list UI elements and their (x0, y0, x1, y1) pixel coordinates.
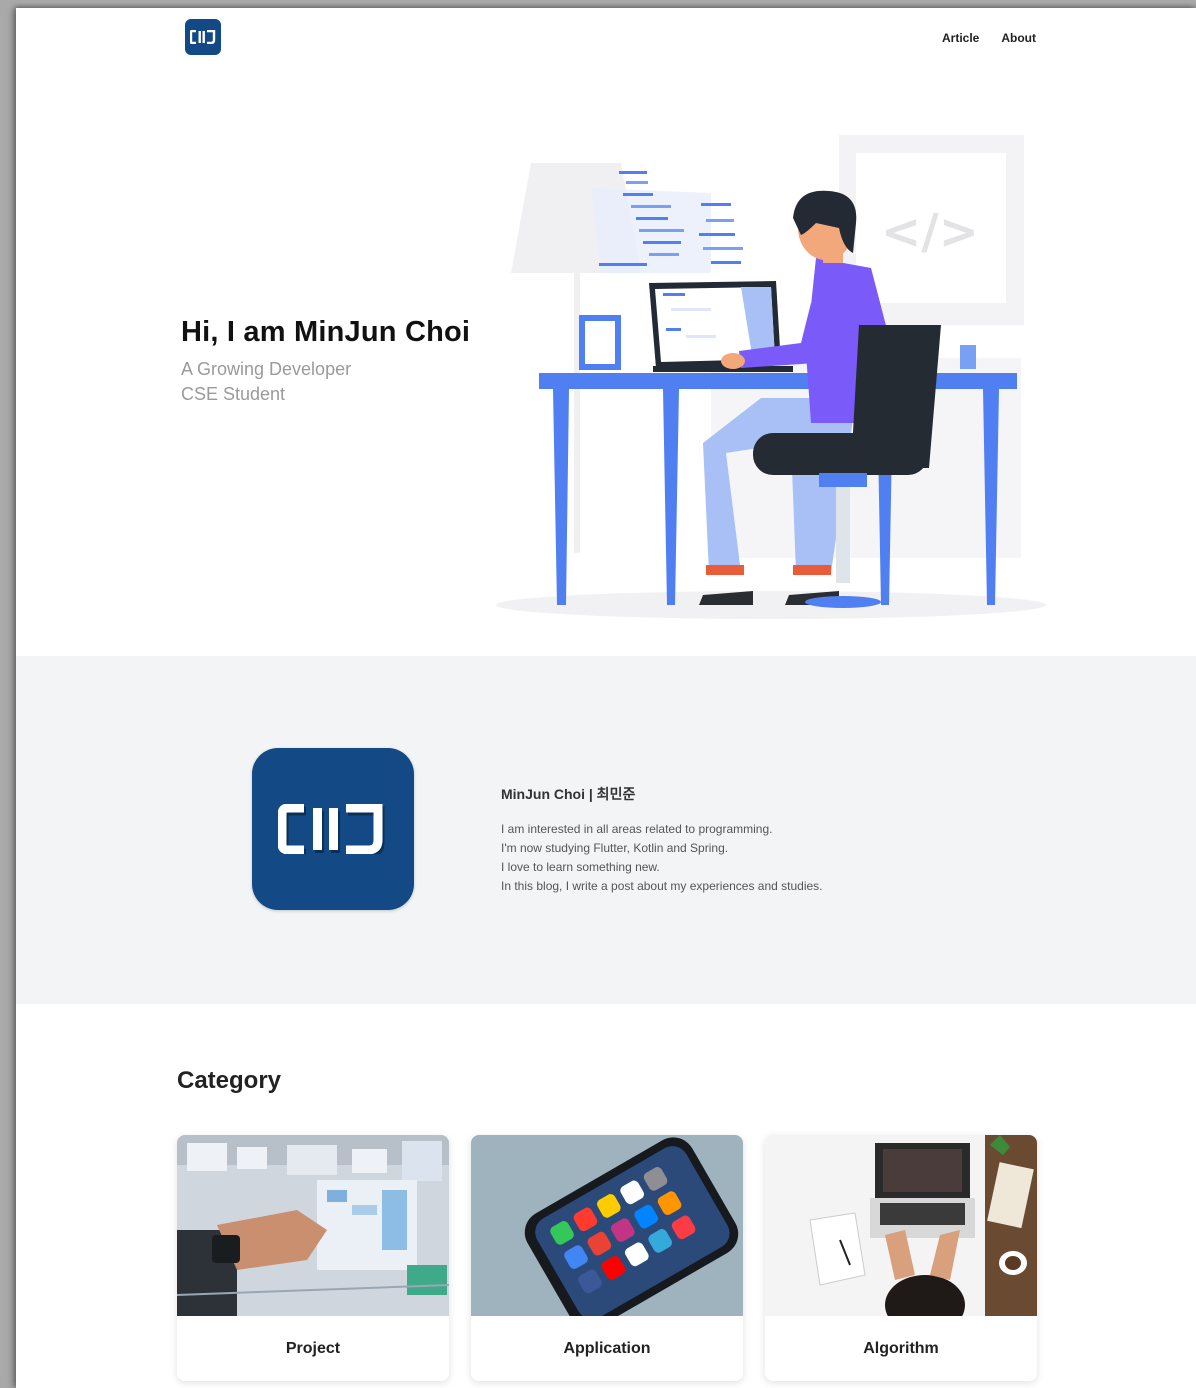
page: Article About Hi, I am MinJun Choi A Gro… (16, 8, 1196, 1388)
hero-title: Hi, I am MinJun Choi (181, 316, 471, 348)
author-name: MinJun Choi | 최민준 (501, 786, 636, 802)
profile-logo (252, 748, 414, 910)
cup (960, 345, 976, 369)
site-logo[interactable] (185, 19, 221, 55)
about-line: I'm now studying Flutter, Kotlin and Spr… (501, 841, 729, 855)
code-sign: </> (881, 204, 979, 260)
nav-links: Article About (942, 31, 1036, 45)
about-line: I am interested in all areas related to … (501, 822, 773, 836)
about-line: In this blog, I write a post about my ex… (501, 879, 823, 893)
hero-text: Hi, I am MinJun Choi A Growing Developer… (181, 316, 470, 407)
hero-subtitle-line: A Growing Developer (181, 359, 352, 379)
laptop-desk-photo (765, 1135, 1037, 1316)
desk-leg (983, 389, 999, 605)
smartphone-apps-photo (471, 1135, 743, 1316)
desk-top (539, 373, 1017, 389)
desk-leg (553, 389, 569, 605)
nav-link-about[interactable]: About (1001, 31, 1036, 45)
category-title: Category (177, 1067, 282, 1094)
category-card-label: Application (563, 1339, 651, 1357)
laptop-base (653, 366, 793, 372)
desk-leg (663, 389, 679, 605)
whiteboard-planning-photo (177, 1135, 449, 1316)
nav-link-article[interactable]: Article (942, 31, 979, 45)
category-card-label: Project (285, 1339, 341, 1357)
category-card-label: Algorithm (863, 1339, 939, 1357)
category-card-algorithm[interactable]: Algorithm (765, 1135, 1037, 1381)
category-card-project[interactable]: Project (177, 1135, 449, 1381)
top-nav: Article About (16, 8, 1196, 68)
hero-subtitle-line: CSE Student (181, 384, 286, 404)
logo-mark-icon (190, 30, 216, 44)
chair-base (805, 596, 881, 608)
chair-post (836, 473, 850, 583)
developer-illustration: </> (496, 135, 1046, 619)
floor-shadow (496, 591, 1046, 619)
about-line: I love to learn something new. (501, 860, 660, 874)
logo-mark-icon (278, 804, 385, 854)
chair-seat (753, 433, 928, 475)
about-text: MinJun Choi | 최민준 I am interested in all… (501, 784, 823, 896)
hero-subtitle: A Growing Developer CSE Student (181, 357, 470, 407)
category-card-application[interactable]: Application (471, 1135, 743, 1381)
category-cards: Project Application Algorithm (177, 1135, 1037, 1381)
person-hand (721, 353, 745, 369)
about-section: MinJun Choi | 최민준 I am interested in all… (16, 656, 1196, 1004)
